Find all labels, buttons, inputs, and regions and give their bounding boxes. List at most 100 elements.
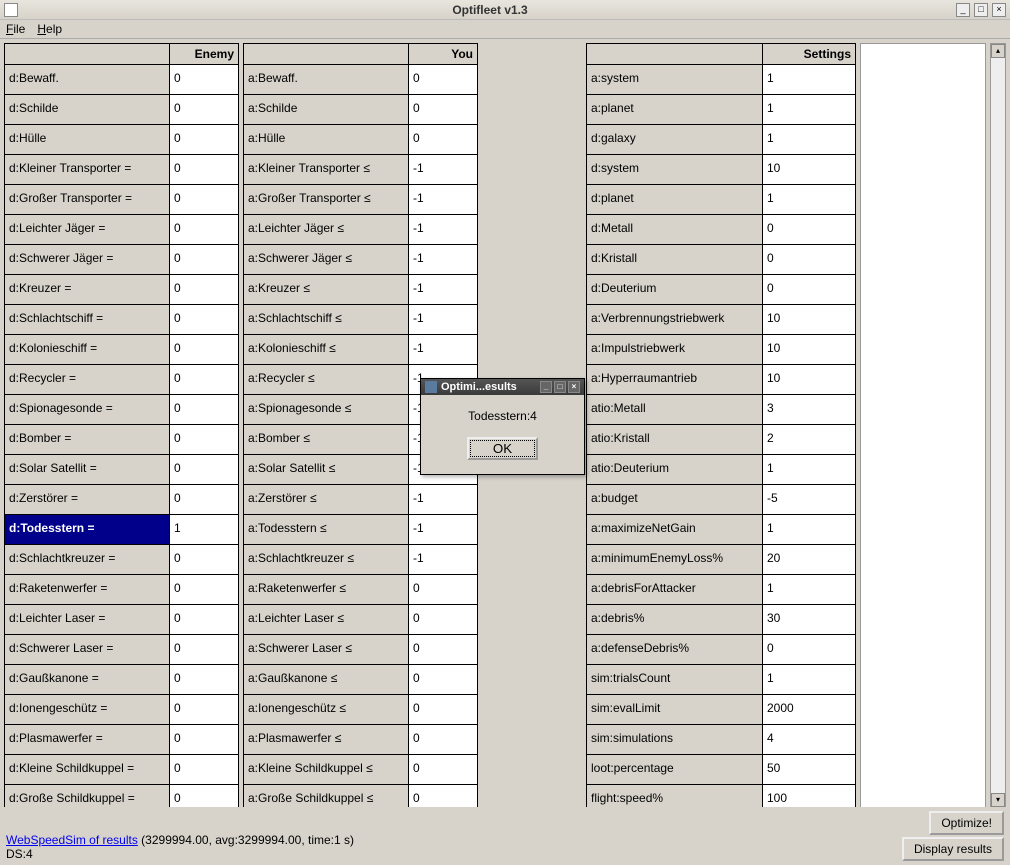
you-row[interactable]: a:Bewaff.0 [243, 65, 478, 95]
you-row-value[interactable]: 0 [409, 635, 477, 664]
enemy-row-value[interactable]: 0 [170, 185, 238, 214]
enemy-row-value[interactable]: 0 [170, 335, 238, 364]
you-row-value[interactable]: 0 [409, 95, 477, 124]
you-row-value[interactable]: -1 [409, 515, 477, 544]
enemy-row-value[interactable]: 0 [170, 95, 238, 124]
settings-row[interactable]: sim:simulations4 [586, 725, 856, 755]
enemy-row[interactable]: d:Todesstern =1 [4, 515, 239, 545]
you-row-value[interactable]: 0 [409, 125, 477, 154]
enemy-row-value[interactable]: 0 [170, 695, 238, 724]
you-row-value[interactable]: 0 [409, 725, 477, 754]
scroll-up-icon[interactable]: ▴ [991, 44, 1005, 58]
settings-row-value[interactable]: 10 [763, 335, 855, 364]
enemy-row[interactable]: d:Schlachtkreuzer =0 [4, 545, 239, 575]
settings-row[interactable]: a:debrisForAttacker1 [586, 575, 856, 605]
enemy-row[interactable]: d:Spionagesonde =0 [4, 395, 239, 425]
you-row-value[interactable]: 0 [409, 665, 477, 694]
enemy-row[interactable]: d:Hülle0 [4, 125, 239, 155]
enemy-row-value[interactable]: 0 [170, 395, 238, 424]
you-row[interactable]: a:Raketenwerfer ≤0 [243, 575, 478, 605]
settings-row[interactable]: a:system1 [586, 65, 856, 95]
settings-row[interactable]: a:debris%30 [586, 605, 856, 635]
optimize-button[interactable]: Optimize! [929, 811, 1004, 835]
enemy-row[interactable]: d:Ionengeschütz =0 [4, 695, 239, 725]
settings-row[interactable]: a:Hyperraumantrieb10 [586, 365, 856, 395]
you-row[interactable]: a:Kreuzer ≤-1 [243, 275, 478, 305]
enemy-row[interactable]: d:Kolonieschiff =0 [4, 335, 239, 365]
you-row[interactable]: a:Hülle0 [243, 125, 478, 155]
settings-row-value[interactable]: 10 [763, 365, 855, 394]
enemy-row[interactable]: d:Bomber =0 [4, 425, 239, 455]
settings-row-value[interactable]: 1 [763, 515, 855, 544]
settings-row-value[interactable]: 50 [763, 755, 855, 784]
you-row[interactable]: a:Gaußkanone ≤0 [243, 665, 478, 695]
settings-row[interactable]: a:defenseDebris%0 [586, 635, 856, 665]
you-row-value[interactable]: -1 [409, 275, 477, 304]
you-row-value[interactable]: 0 [409, 575, 477, 604]
minimize-icon[interactable]: _ [956, 3, 970, 17]
enemy-row[interactable]: d:Leichter Laser =0 [4, 605, 239, 635]
enemy-row-value[interactable]: 0 [170, 305, 238, 334]
settings-row[interactable]: d:system10 [586, 155, 856, 185]
settings-row-value[interactable]: -5 [763, 485, 855, 514]
you-row-value[interactable]: -1 [409, 215, 477, 244]
settings-row-value[interactable]: 1 [763, 125, 855, 154]
you-row[interactable]: a:Kolonieschiff ≤-1 [243, 335, 478, 365]
settings-row-value[interactable]: 1 [763, 95, 855, 124]
settings-row-value[interactable]: 2000 [763, 695, 855, 724]
enemy-row-value[interactable]: 0 [170, 545, 238, 574]
enemy-row[interactable]: d:Leichter Jäger =0 [4, 215, 239, 245]
vertical-scrollbar[interactable]: ▴ ▾ [990, 43, 1006, 808]
enemy-row-value[interactable]: 0 [170, 365, 238, 394]
enemy-row[interactable]: d:Kreuzer =0 [4, 275, 239, 305]
dialog-titlebar[interactable]: Optimi...esults _ □ × [421, 379, 584, 395]
settings-row[interactable]: sim:evalLimit2000 [586, 695, 856, 725]
settings-row-value[interactable]: 0 [763, 215, 855, 244]
settings-row-value[interactable]: 1 [763, 665, 855, 694]
settings-row[interactable]: sim:trialsCount1 [586, 665, 856, 695]
enemy-row[interactable]: d:Zerstörer =0 [4, 485, 239, 515]
you-row[interactable]: a:Schlachtkreuzer ≤-1 [243, 545, 478, 575]
settings-row-value[interactable]: 4 [763, 725, 855, 754]
you-row[interactable]: a:Leichter Jäger ≤-1 [243, 215, 478, 245]
close-icon[interactable]: × [992, 3, 1006, 17]
you-row[interactable]: a:Großer Transporter ≤-1 [243, 185, 478, 215]
settings-row-value[interactable]: 10 [763, 155, 855, 184]
enemy-row[interactable]: d:Solar Satellit =0 [4, 455, 239, 485]
settings-row[interactable]: atio:Deuterium1 [586, 455, 856, 485]
you-row[interactable]: a:Schwerer Jäger ≤-1 [243, 245, 478, 275]
you-row[interactable]: a:Kleiner Transporter ≤-1 [243, 155, 478, 185]
settings-row-value[interactable]: 1 [763, 575, 855, 604]
settings-row[interactable]: a:minimumEnemyLoss%20 [586, 545, 856, 575]
you-row[interactable]: a:Todesstern ≤-1 [243, 515, 478, 545]
you-row-value[interactable]: 0 [409, 65, 477, 94]
enemy-row-value[interactable]: 0 [170, 125, 238, 154]
you-row-value[interactable]: -1 [409, 185, 477, 214]
you-row-value[interactable]: 0 [409, 755, 477, 784]
settings-row-value[interactable]: 0 [763, 275, 855, 304]
settings-row-value[interactable]: 30 [763, 605, 855, 634]
enemy-row-value[interactable]: 0 [170, 245, 238, 274]
settings-row[interactable]: d:Deuterium0 [586, 275, 856, 305]
you-row-value[interactable]: -1 [409, 155, 477, 184]
enemy-row-value[interactable]: 0 [170, 755, 238, 784]
enemy-row-value[interactable]: 0 [170, 635, 238, 664]
settings-row[interactable]: a:maximizeNetGain1 [586, 515, 856, 545]
enemy-row[interactable]: d:Schwerer Laser =0 [4, 635, 239, 665]
you-row[interactable]: a:Plasmawerfer ≤0 [243, 725, 478, 755]
settings-row-value[interactable]: 1 [763, 65, 855, 94]
settings-row-value[interactable]: 0 [763, 245, 855, 274]
enemy-row-value[interactable]: 0 [170, 455, 238, 484]
you-row-value[interactable]: -1 [409, 545, 477, 574]
you-row-value[interactable]: 0 [409, 695, 477, 724]
settings-row-value[interactable]: 3 [763, 395, 855, 424]
settings-row-value[interactable]: 1 [763, 185, 855, 214]
settings-row[interactable]: atio:Kristall2 [586, 425, 856, 455]
enemy-row[interactable]: d:Plasmawerfer =0 [4, 725, 239, 755]
you-row[interactable]: a:Zerstörer ≤-1 [243, 485, 478, 515]
settings-row[interactable]: d:Metall0 [586, 215, 856, 245]
enemy-row[interactable]: d:Schwerer Jäger =0 [4, 245, 239, 275]
you-row-value[interactable]: -1 [409, 305, 477, 334]
enemy-row[interactable]: d:Großer Transporter =0 [4, 185, 239, 215]
enemy-row-value[interactable]: 0 [170, 725, 238, 754]
